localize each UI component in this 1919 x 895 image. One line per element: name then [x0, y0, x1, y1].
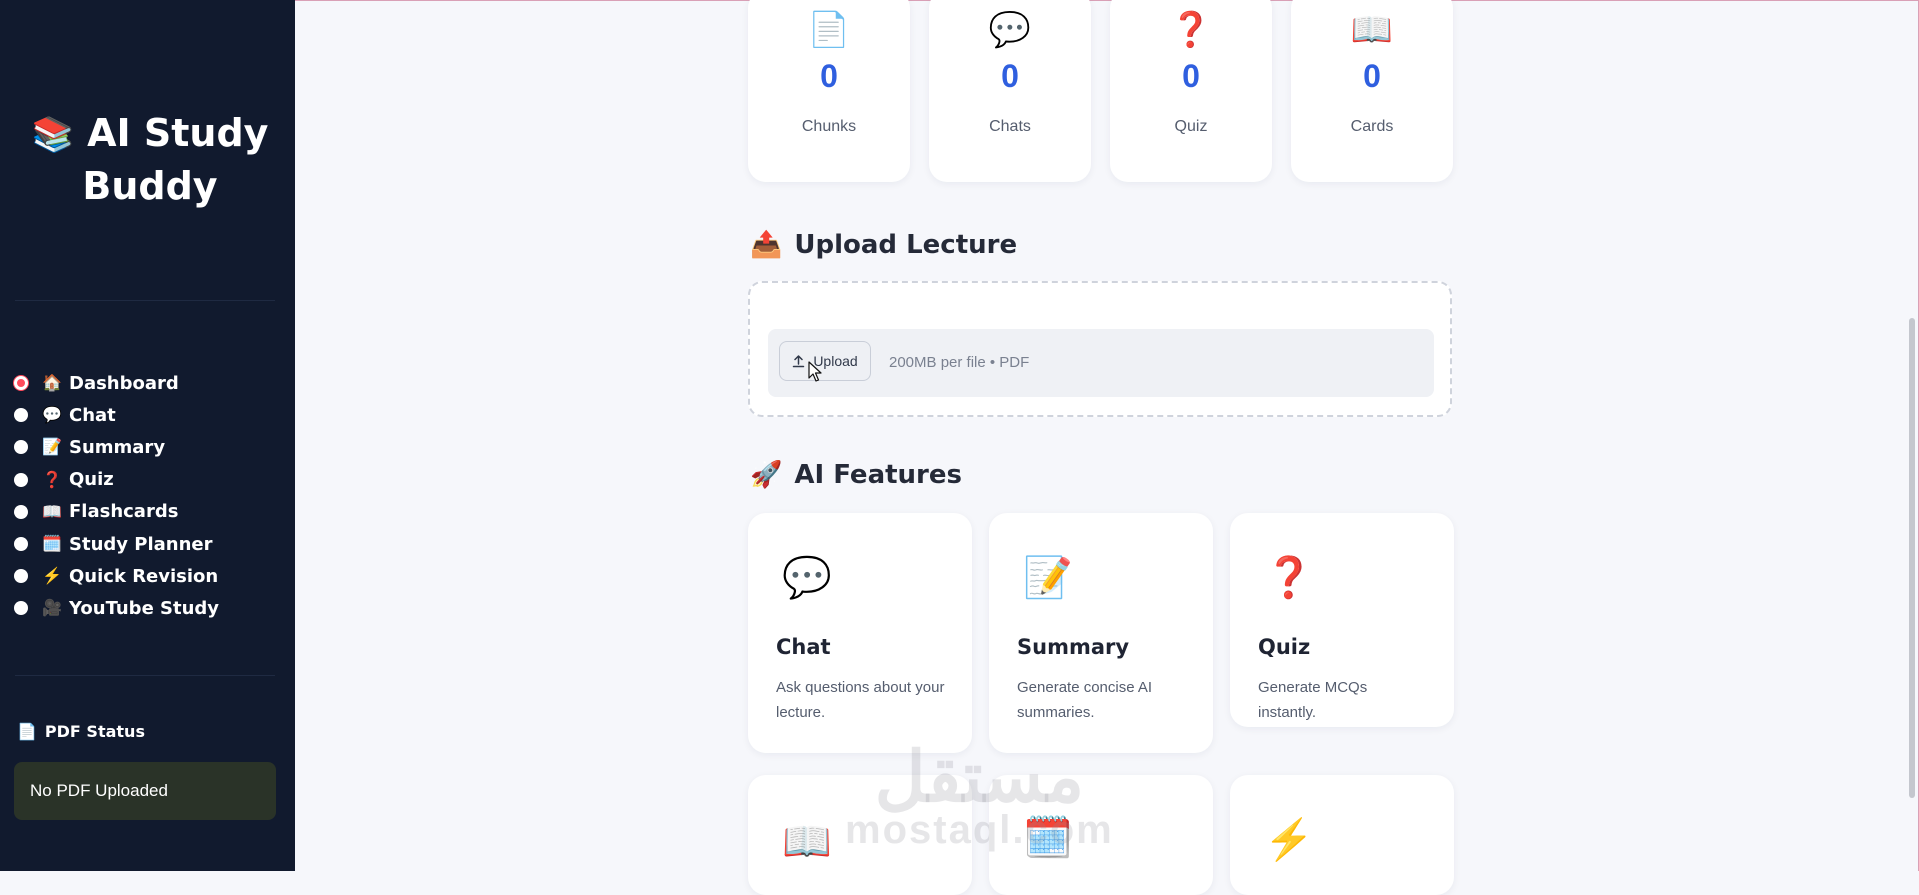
- rocket-icon: 🚀: [750, 460, 783, 490]
- upload-icon: [793, 354, 805, 367]
- pdf-status-value: No PDF Uploaded: [30, 781, 168, 800]
- radio-icon[interactable]: [14, 440, 28, 455]
- sidebar-item-summary[interactable]: 📝 Summary: [14, 431, 284, 463]
- document-icon: 📄: [17, 722, 37, 741]
- question-mark-icon: ❓: [42, 471, 62, 489]
- lightning-icon: ⚡: [42, 568, 62, 586]
- books-icon: 📚: [31, 115, 74, 155]
- outbox-tray-icon: 📤: [750, 230, 783, 260]
- upload-button[interactable]: Upload: [779, 341, 871, 381]
- feature-description: Generate concise AI summaries.: [1017, 679, 1153, 721]
- pdf-status-title: PDF Status: [44, 722, 145, 741]
- main-content: 📄 0 Chunks 💬 0 Chats ❓ 0 Quiz 📖 0 Cards …: [295, 0, 1915, 895]
- file-dropzone[interactable]: Upload 200MB per file • PDF: [748, 281, 1452, 417]
- radio-icon[interactable]: [14, 504, 28, 519]
- pdf-status-box: No PDF Uploaded: [14, 762, 276, 820]
- document-icon: 📄: [807, 11, 851, 49]
- feature-card-quiz[interactable]: ❓ Quiz Generate MCQs instantly.: [1230, 513, 1454, 727]
- feature-title: Summary: [1017, 635, 1130, 659]
- upload-hint: 200MB per file • PDF: [889, 354, 1030, 371]
- sidebar-item-flashcards[interactable]: 📖 Flashcards: [14, 496, 284, 528]
- sidebar-item-label: Summary: [69, 436, 166, 458]
- stat-label: Chunks: [801, 118, 857, 135]
- feature-card-study-planner[interactable]: 🗓️: [989, 775, 1213, 895]
- radio-icon[interactable]: [14, 408, 28, 423]
- stat-value: 0: [1001, 58, 1019, 94]
- speech-bubble-icon: 💬: [988, 11, 1032, 49]
- sidebar-item-label: Quiz: [69, 469, 114, 491]
- memo-icon: 📝: [42, 439, 62, 457]
- feature-title: Quiz: [1258, 635, 1311, 659]
- stat-card-chunks: 📄 0 Chunks: [748, 0, 910, 182]
- lightning-icon: ⚡: [1264, 818, 1314, 862]
- radio-icon[interactable]: [14, 472, 28, 487]
- sidebar-item-youtube-study[interactable]: 🎥 YouTube Study: [14, 592, 284, 624]
- sidebar-divider: [15, 675, 275, 676]
- speech-bubble-icon: 💬: [782, 556, 832, 600]
- features-section-heading: 🚀 AI Features: [750, 460, 962, 490]
- sidebar-item-study-planner[interactable]: 🗓️ Study Planner: [14, 528, 284, 560]
- stat-label: Chats: [989, 118, 1031, 135]
- sidebar-item-label: YouTube Study: [69, 597, 220, 619]
- open-book-icon: 📖: [782, 820, 832, 864]
- sidebar-item-label: Quick Revision: [69, 565, 219, 587]
- stat-card-cards: 📖 0 Cards: [1291, 0, 1453, 182]
- radio-selected-icon[interactable]: [14, 376, 28, 391]
- app-brand: 📚 AI Study Buddy: [30, 108, 270, 212]
- speech-bubble-icon: 💬: [42, 407, 62, 425]
- pdf-status-heading: 📄 PDF Status: [17, 722, 145, 741]
- section-title: Upload Lecture: [794, 230, 1018, 260]
- radio-icon[interactable]: [14, 601, 28, 616]
- question-mark-icon: ❓: [1169, 11, 1213, 49]
- stat-value: 0: [820, 58, 838, 94]
- video-camera-icon: 🎥: [42, 600, 62, 618]
- feature-description: Ask questions about your lecture.: [776, 679, 945, 721]
- sidebar: 📚 AI Study Buddy 🏠 Dashboard 💬 Chat 📝 Su…: [0, 0, 295, 871]
- open-book-icon: 📖: [1350, 11, 1394, 49]
- mouse-pointer-icon: [808, 361, 822, 382]
- app-title: AI Study Buddy: [82, 111, 269, 208]
- stat-card-chats: 💬 0 Chats: [929, 0, 1091, 182]
- feature-card-summary[interactable]: 📝 Summary Generate concise AI summaries.: [989, 513, 1213, 753]
- dropzone-inner[interactable]: Upload 200MB per file • PDF: [768, 329, 1434, 397]
- vertical-scrollbar[interactable]: [1909, 318, 1915, 798]
- question-mark-icon: ❓: [1264, 556, 1314, 600]
- memo-icon: 📝: [1023, 556, 1073, 600]
- sidebar-item-quiz[interactable]: ❓ Quiz: [14, 464, 284, 496]
- feature-card-flashcards[interactable]: 📖: [748, 775, 972, 895]
- feature-card-quick-revision[interactable]: ⚡: [1230, 775, 1454, 895]
- calendar-icon: 🗓️: [42, 536, 62, 554]
- upload-section-heading: 📤 Upload Lecture: [750, 230, 1017, 260]
- sidebar-nav: 🏠 Dashboard 💬 Chat 📝 Summary ❓ Quiz 📖 Fl…: [14, 367, 284, 625]
- calendar-icon: 🗓️: [1023, 816, 1073, 860]
- sidebar-item-label: Dashboard: [69, 372, 179, 394]
- sidebar-item-quick-revision[interactable]: ⚡ Quick Revision: [14, 560, 284, 592]
- feature-card-chat[interactable]: 💬 Chat Ask questions about your lecture.: [748, 513, 972, 753]
- section-title: AI Features: [794, 460, 962, 490]
- stat-value: 0: [1363, 58, 1381, 94]
- stat-label: Quiz: [1174, 118, 1208, 135]
- stat-label: Cards: [1350, 118, 1394, 135]
- house-icon: 🏠: [42, 375, 62, 393]
- feature-description: Generate MCQs instantly.: [1258, 679, 1368, 721]
- sidebar-item-dashboard[interactable]: 🏠 Dashboard: [14, 367, 284, 399]
- feature-title: Chat: [776, 635, 831, 659]
- stat-value: 0: [1182, 58, 1200, 94]
- stat-card-quiz: ❓ 0 Quiz: [1110, 0, 1272, 182]
- sidebar-item-chat[interactable]: 💬 Chat: [14, 399, 284, 431]
- sidebar-divider: [15, 300, 275, 301]
- radio-icon[interactable]: [14, 537, 28, 552]
- sidebar-item-label: Flashcards: [69, 501, 179, 523]
- radio-icon[interactable]: [14, 569, 28, 584]
- sidebar-item-label: Chat: [69, 404, 116, 426]
- open-book-icon: 📖: [42, 503, 62, 521]
- sidebar-item-label: Study Planner: [69, 533, 213, 555]
